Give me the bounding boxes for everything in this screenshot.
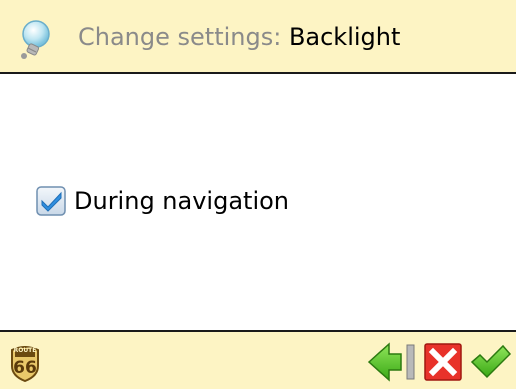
ok-button[interactable] <box>470 344 512 380</box>
back-button[interactable] <box>367 342 419 382</box>
route66-logo-top-text: ROUTE <box>13 347 37 354</box>
option-label: During navigation <box>74 187 290 215</box>
checkbox-checked[interactable] <box>34 184 68 218</box>
lightbulb-icon <box>21 20 50 59</box>
cancel-button[interactable] <box>423 342 463 382</box>
bottom-bar: ROUTE 66 <box>0 330 516 389</box>
back-arrow-icon <box>367 342 402 382</box>
title-setting-name: Backlight <box>288 23 401 51</box>
route66-logo-number: 66 <box>13 358 37 378</box>
during-navigation-option[interactable]: During navigation <box>34 184 289 218</box>
title-bar: Change settings: Backlight <box>0 0 516 74</box>
route66-logo[interactable]: ROUTE 66 <box>10 346 40 382</box>
checkmark-icon <box>470 344 512 379</box>
title-prefix: Change settings: <box>78 23 289 51</box>
settings-panel: During navigation <box>0 74 516 330</box>
page-title: Change settings: Backlight <box>78 22 400 52</box>
